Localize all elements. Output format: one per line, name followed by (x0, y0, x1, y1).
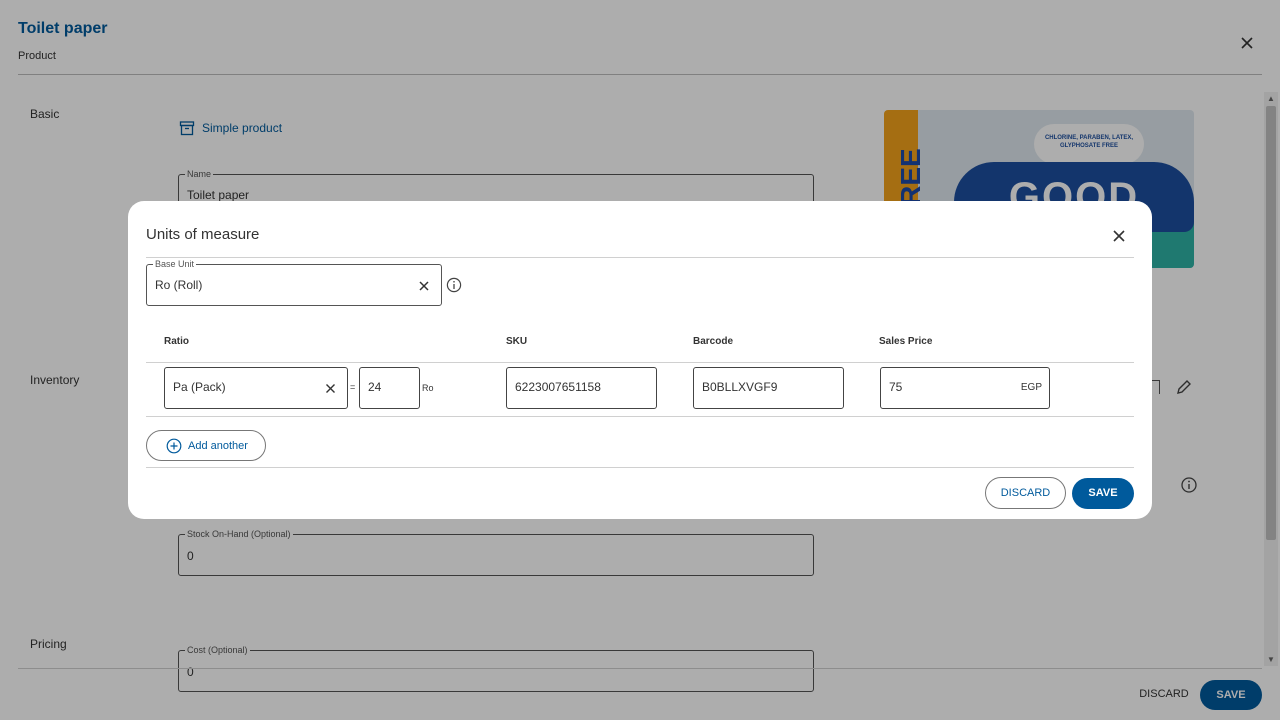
base-unit-select[interactable]: Base Unit Ro (Roll) (146, 259, 442, 306)
base-unit-info-button[interactable] (446, 277, 462, 298)
add-another-button[interactable]: Add another (146, 430, 266, 461)
column-ratio: Ratio (164, 336, 189, 347)
ratio-unit-clear-button[interactable] (324, 382, 337, 400)
currency-suffix: EGP (1020, 382, 1042, 393)
base-unit-value: Ro (Roll) (155, 278, 203, 292)
dialog-header-divider (146, 257, 1134, 258)
column-barcode: Barcode (693, 336, 734, 347)
ratio-quantity-input[interactable]: 24 (359, 367, 420, 409)
sku-input[interactable]: 6223007651158 (506, 367, 657, 409)
column-sku: SKU (506, 336, 528, 347)
clear-icon (419, 281, 429, 291)
info-icon (446, 277, 462, 293)
add-another-label: Add another (188, 439, 248, 452)
ratio-quantity-value: 24 (368, 380, 382, 394)
column-sales-price: Sales Price (879, 336, 933, 347)
sku-value: 6223007651158 (515, 380, 601, 394)
dialog-footer-divider (146, 467, 1134, 468)
ratio-unit-value: Pa (Pack) (173, 380, 226, 394)
table-row-divider (146, 416, 1134, 417)
dialog-close-button[interactable] (1108, 225, 1130, 247)
sales-price-input[interactable]: 75 EGP (880, 367, 1050, 409)
barcode-value: B0BLLXVGF9 (702, 380, 778, 394)
ratio-base-unit-abbr: Ro (422, 383, 434, 393)
ratio-unit-select[interactable]: Pa (Pack) (164, 367, 348, 409)
sales-price-value: 75 (889, 380, 903, 394)
ratio-equals-sign: = (350, 382, 356, 392)
dialog-save-button[interactable]: SAVE (1072, 478, 1134, 509)
add-circle-icon (166, 438, 182, 453)
base-unit-clear-button[interactable] (417, 279, 431, 298)
base-unit-label: Base Unit (153, 259, 197, 270)
dialog-discard-button[interactable]: DISCARD (985, 477, 1066, 509)
units-of-measure-dialog: Units of measure Base Unit Ro (Roll) Rat… (128, 201, 1152, 519)
clear-icon (326, 384, 335, 393)
table-header-divider (146, 362, 1134, 363)
barcode-input[interactable]: B0BLLXVGF9 (693, 367, 844, 409)
dialog-title: Units of measure (146, 226, 260, 243)
close-icon (1113, 230, 1125, 242)
